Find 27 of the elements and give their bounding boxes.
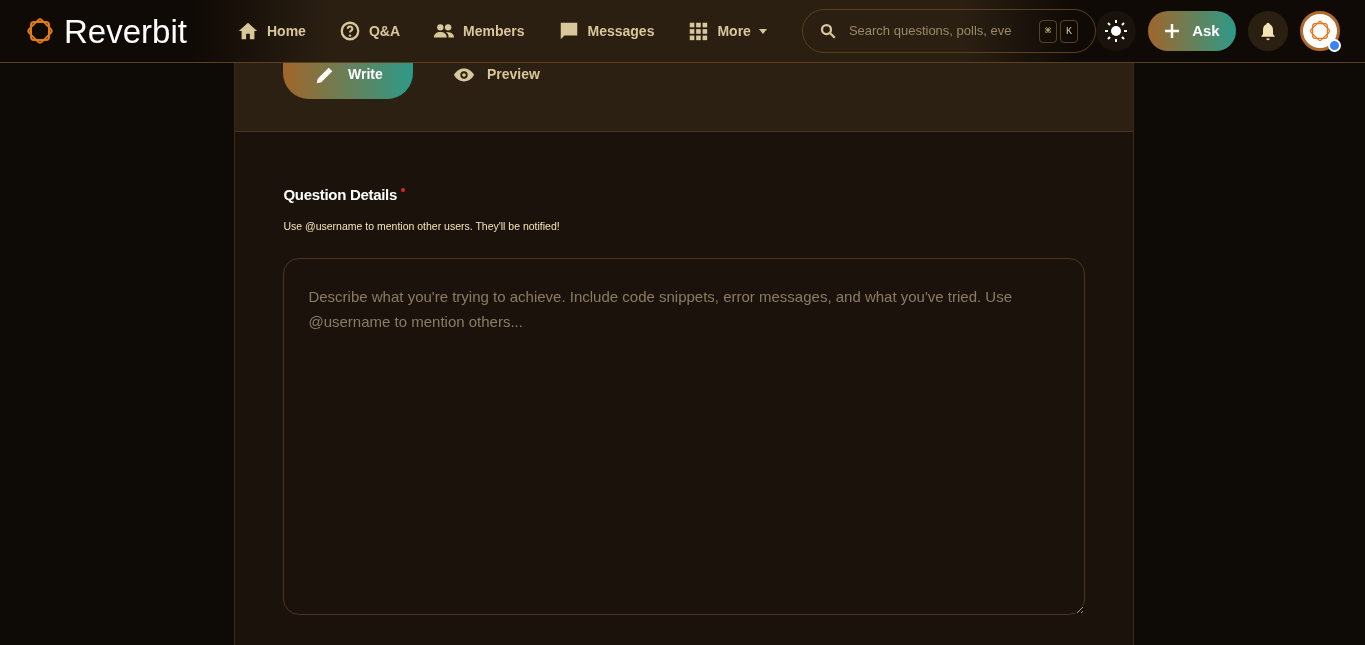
shortcut-key: ⌘ <box>1038 19 1057 43</box>
theme-toggle-button[interactable] <box>1095 11 1136 51</box>
nav-link[interactable]: Members <box>433 20 525 42</box>
user-avatar[interactable] <box>1299 11 1340 51</box>
notifications-button[interactable] <box>1247 11 1288 51</box>
home-icon <box>237 20 259 42</box>
question-details-field[interactable]: Describe what you're trying to achieve. Include code snippets, error messages, and what you've tried. Use @username to mention others... <box>283 258 1086 616</box>
nav-link[interactable]: Q&A <box>338 20 401 42</box>
nav-link[interactable]: More <box>687 20 767 42</box>
plus-icon <box>1164 23 1181 39</box>
nav-link[interactable]: Home <box>237 20 306 42</box>
search-icon <box>818 22 837 40</box>
question-icon <box>338 20 361 42</box>
caret-icon <box>758 28 767 34</box>
ask-button[interactable]: Ask <box>1147 11 1236 51</box>
logo-icon <box>24 15 56 47</box>
search-input[interactable]: Search questions, polls, eve <box>848 21 1027 41</box>
grid-icon <box>687 20 710 42</box>
brand-name[interactable]: Reverbit <box>64 14 187 48</box>
sun-icon <box>1103 19 1128 43</box>
verified-badge-icon <box>1327 39 1341 52</box>
shortcut-key: K <box>1059 19 1078 43</box>
nav-link[interactable]: Messages <box>557 20 655 42</box>
editor-tab[interactable]: Write <box>283 63 414 99</box>
field-hint: Use @username to mention other users. They'll be notified! <box>283 218 561 234</box>
field-label: Question Details <box>283 185 397 205</box>
editor-tab[interactable]: Preview <box>431 63 562 99</box>
